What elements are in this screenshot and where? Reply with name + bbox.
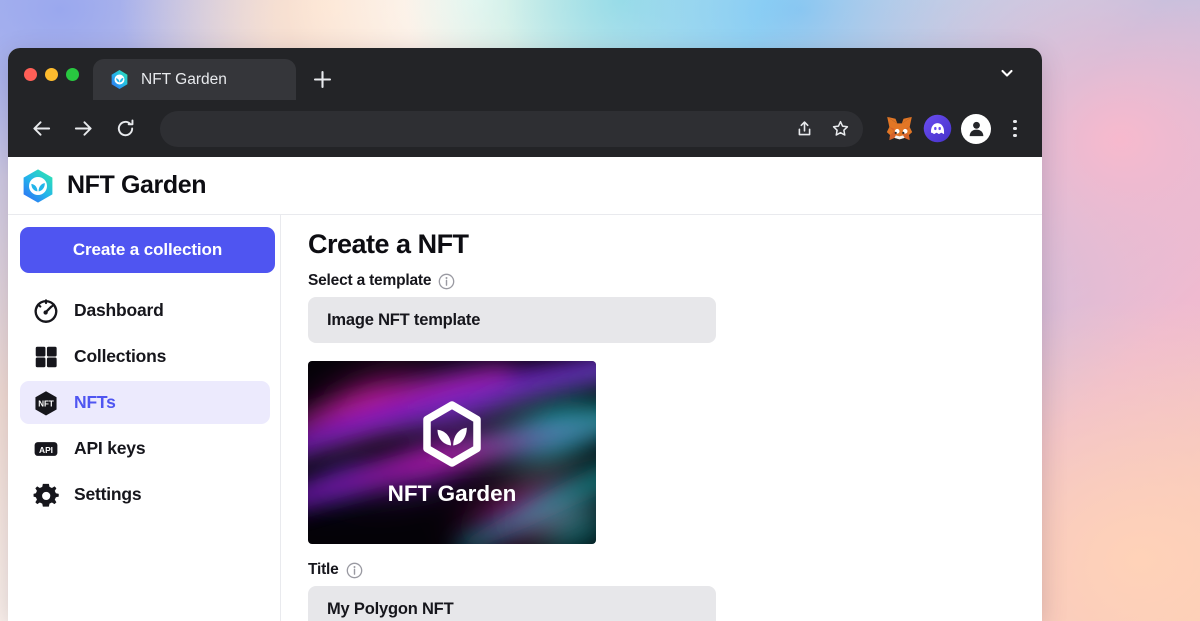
grid-squares-icon bbox=[35, 346, 57, 367]
menu-dot bbox=[1013, 133, 1017, 138]
star-icon bbox=[832, 120, 848, 136]
main-content: Create a NFT Select a template Image NFT… bbox=[281, 215, 1042, 621]
create-collection-button[interactable]: Create a collection bbox=[20, 227, 275, 273]
browser-window: NFT Garden NFT Garden Create a collectio… bbox=[8, 48, 1042, 621]
sidebar-nav: Dashboard Collections NFT NFTs API API k… bbox=[20, 289, 270, 516]
sidebar-item-label: API keys bbox=[74, 438, 146, 458]
svg-text:NFT: NFT bbox=[38, 399, 54, 408]
back-button[interactable] bbox=[22, 110, 60, 148]
bookmark-button[interactable] bbox=[825, 114, 855, 144]
back-arrow-icon bbox=[32, 121, 50, 136]
gear-icon bbox=[33, 483, 59, 507]
title-field-label: Title bbox=[308, 561, 339, 578]
maximize-window-button[interactable] bbox=[66, 67, 79, 81]
svg-text:API: API bbox=[39, 444, 53, 454]
browser-toolbar bbox=[8, 100, 1042, 157]
sidebar-item-label: Dashboard bbox=[74, 300, 164, 320]
share-upload-icon bbox=[798, 121, 810, 136]
minimize-window-button[interactable] bbox=[45, 67, 58, 81]
metamask-extension-icon[interactable] bbox=[885, 114, 914, 143]
nft-garden-favicon bbox=[111, 70, 128, 89]
sidebar-item-collections[interactable]: Collections bbox=[20, 335, 270, 378]
page-viewport: NFT Garden Create a collection Dashboard… bbox=[8, 157, 1042, 621]
forward-arrow-icon bbox=[74, 121, 92, 136]
sidebar-item-label: NFTs bbox=[74, 392, 116, 412]
address-bar[interactable] bbox=[160, 110, 863, 147]
page-title: Create a NFT bbox=[308, 229, 469, 259]
chevron-down-icon bbox=[1001, 69, 1013, 77]
browser-menu-button[interactable] bbox=[1002, 112, 1028, 146]
sidebar-item-nfts[interactable]: NFT NFTs bbox=[20, 381, 270, 424]
info-icon[interactable] bbox=[346, 562, 363, 579]
info-icon[interactable] bbox=[438, 273, 455, 290]
app-header: NFT Garden bbox=[8, 157, 1042, 215]
share-button[interactable] bbox=[789, 114, 819, 144]
sidebar: Create a collection Dashboard Collection… bbox=[8, 215, 281, 621]
gauge-icon bbox=[34, 298, 58, 323]
template-select-field[interactable]: Image NFT template bbox=[308, 297, 716, 343]
sidebar-item-dashboard[interactable]: Dashboard bbox=[20, 289, 270, 332]
app-brand-name: NFT Garden bbox=[67, 171, 207, 199]
template-label-row: Select a template bbox=[308, 272, 1042, 290]
title-input-field[interactable]: My Polygon NFT bbox=[308, 586, 716, 621]
tab-list-button[interactable] bbox=[994, 60, 1020, 86]
window-traffic-lights bbox=[24, 48, 79, 100]
sidebar-item-label: Settings bbox=[74, 484, 142, 504]
template-field-label: Select a template bbox=[308, 272, 432, 289]
nft-preview-caption: NFT Garden bbox=[388, 481, 517, 506]
nft-preview-artwork[interactable]: NFT Garden bbox=[308, 361, 596, 544]
sidebar-item-api-keys[interactable]: API API keys bbox=[20, 427, 270, 470]
plus-icon bbox=[313, 70, 331, 89]
api-badge-icon: API bbox=[34, 441, 58, 456]
forward-button[interactable] bbox=[64, 110, 102, 148]
profile-avatar[interactable] bbox=[961, 113, 991, 144]
menu-dot bbox=[1013, 126, 1017, 131]
ghost-wallet-extension-icon[interactable] bbox=[923, 114, 952, 143]
reload-button[interactable] bbox=[106, 110, 144, 148]
person-avatar-icon bbox=[969, 121, 983, 137]
nft-hexagon-icon: NFT bbox=[35, 390, 57, 416]
browser-extensions bbox=[877, 112, 1028, 146]
reload-icon bbox=[117, 119, 133, 137]
browser-tab[interactable]: NFT Garden bbox=[93, 59, 296, 100]
app-body: Create a collection Dashboard Collection… bbox=[8, 215, 1042, 621]
browser-tab-title: NFT Garden bbox=[141, 70, 227, 88]
sidebar-item-settings[interactable]: Settings bbox=[20, 473, 270, 516]
menu-dot bbox=[1013, 119, 1017, 124]
nft-garden-hexagon-logo[interactable] bbox=[20, 168, 56, 204]
browser-tab-strip: NFT Garden bbox=[8, 48, 1042, 100]
close-window-button[interactable] bbox=[24, 67, 37, 81]
desktop-backdrop: NFT Garden NFT Garden Create a collectio… bbox=[0, 0, 1200, 621]
title-label-row: Title bbox=[308, 561, 1042, 579]
sidebar-item-label: Collections bbox=[74, 346, 167, 366]
new-tab-button[interactable] bbox=[302, 59, 342, 100]
